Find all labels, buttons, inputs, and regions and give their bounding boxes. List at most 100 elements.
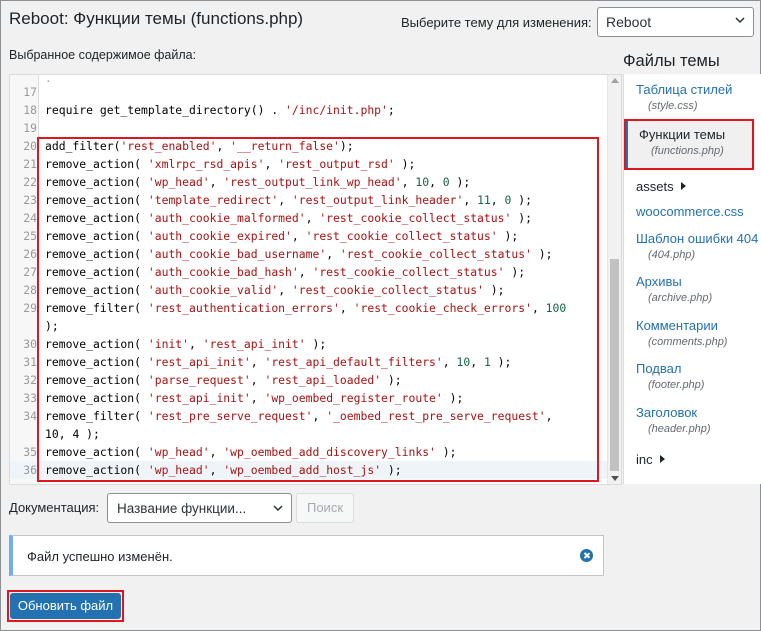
documentation-label: Документация: [9, 500, 100, 515]
update-file-button[interactable]: Обновить файл [10, 593, 121, 619]
file-item[interactable]: woocommerce.css [636, 204, 761, 219]
theme-select[interactable]: Reboot [597, 7, 754, 37]
code-line: 29 remove_filter( 'rest_authentication_er… [10, 299, 610, 317]
code-text: remove_action( 'auth_cookie_malformed', … [45, 211, 532, 225]
code-line: 34 remove_filter( 'rest_pre_serve_request… [10, 407, 610, 425]
success-notice: Файл успешно изменён. [9, 535, 604, 576]
line-number: 26 [23, 247, 37, 261]
code-text: remove_action( 'auth_cookie_bad_username… [45, 247, 553, 261]
code-line: 21 remove_action( 'xmlrpc_rsd_apis', 'res… [10, 155, 610, 173]
file-name: woocommerce.css [636, 204, 744, 219]
code-line: 24 remove_action( 'auth_cookie_malformed'… [10, 209, 610, 227]
code-text: remove_action( 'auth_cookie_valid', 'res… [45, 283, 505, 297]
code-line: 23 remove_action( 'template_redirect', 'r… [10, 191, 610, 209]
code-text: remove_action( 'wp_head', 'wp_oembed_add… [45, 463, 402, 477]
code-text-continued: 10, 4 ); [45, 427, 100, 441]
file-item[interactable]: Заголовок (header.php) [636, 405, 761, 435]
file-name: Таблица стилей [636, 82, 733, 97]
code-text: remove_action( 'auth_cookie_expired', 'r… [45, 229, 519, 243]
line-number: 24 [23, 211, 37, 225]
lookup-button[interactable]: Поиск [296, 493, 354, 523]
code-line: 27 remove_action( 'auth_cookie_bad_hash',… [10, 263, 610, 281]
line-number: 32 [23, 373, 37, 387]
file-path: (404.php) [648, 249, 696, 261]
function-name-select[interactable]: Название функции... [107, 493, 292, 523]
folder-label: inc [636, 452, 653, 467]
scroll-up-arrow-icon[interactable] [611, 78, 619, 83]
line-number: 21 [23, 157, 37, 171]
file-path: (style.css) [648, 100, 698, 112]
code-line: 22 remove_action( 'wp_head', 'rest_output… [10, 173, 610, 191]
code-text: remove_action( 'parse_request', 'rest_ap… [45, 373, 402, 387]
line-number: 30 [23, 337, 37, 351]
line-number: 20 [23, 139, 37, 153]
expand-triangle-icon [659, 455, 665, 463]
code-line: 20 add_filter('rest_enabled', '__return_f… [10, 137, 610, 155]
file-item[interactable]: Архивы (archive.php) [636, 274, 761, 304]
function-name-select-value: Название функции... [117, 501, 247, 516]
line-number: 35 [23, 445, 37, 459]
code-line: 19 [10, 119, 610, 137]
line-number: 25 [23, 229, 37, 243]
current-file-annotation [624, 119, 754, 170]
line-number: 27 [23, 265, 37, 279]
file-name: Подвал [636, 361, 682, 376]
file-name: Комментарии [636, 318, 718, 333]
theme-files-title: Файлы темы [623, 52, 720, 70]
folder-label: assets [636, 179, 674, 194]
folder-assets[interactable]: assets [636, 179, 686, 194]
file-name: Шаблон ошибки 404 [636, 231, 759, 246]
code-text-continued: ); [45, 319, 59, 333]
line-number: 34 [23, 409, 37, 423]
chevron-down-icon [273, 505, 283, 512]
editor-scrollbar[interactable] [607, 75, 621, 484]
code-text: remove_action( 'auth_cookie_bad_hash', '… [45, 265, 526, 279]
code-line: 32 remove_action( 'parse_request', 'rest_… [10, 371, 610, 389]
file-content-label: Выбранное содержимое файла: [9, 48, 197, 62]
code-text: remove_action( 'rest_api_init', 'wp_oemb… [45, 391, 464, 405]
file-item[interactable]: Шаблон ошибки 404 (404.php) [636, 231, 761, 261]
theme-select-label: Выберите тему для изменения: [401, 15, 592, 30]
code-line: 25 remove_action( 'auth_cookie_expired', … [10, 227, 610, 245]
line-number: 36 [23, 463, 37, 477]
code-line-wrap: 10, 4 ); [10, 425, 610, 443]
folder-inc[interactable]: inc [636, 452, 665, 467]
code-line: 33 remove_action( 'rest_api_init', 'wp_oe… [10, 389, 610, 407]
scroll-down-arrow-icon[interactable] [611, 476, 619, 481]
code-line: 28 remove_action( 'auth_cookie_valid', 'r… [10, 281, 610, 299]
line-number: 23 [23, 193, 37, 207]
code-text: remove_filter( 'rest_pre_serve_request',… [45, 409, 553, 423]
code-line-wrap: ); [10, 317, 610, 335]
code-line: 18 require get_template_directory() . '/i… [10, 101, 610, 119]
code-text: remove_action( 'template_redirect', 'res… [45, 193, 532, 207]
code-line: 26 remove_action( 'auth_cookie_bad_userna… [10, 245, 610, 263]
dismiss-notice-icon[interactable] [580, 549, 593, 562]
line-number: 22 [23, 175, 37, 189]
code-text: remove_action( 'wp_head', 'wp_oembed_add… [45, 445, 457, 459]
code-line: 36 remove_action( 'wp_head', 'wp_oembed_a… [10, 461, 610, 479]
file-path: (header.php) [648, 423, 711, 435]
code-text: remove_action( 'xmlrpc_rsd_apis', 'rest_… [45, 157, 416, 171]
line-number: 18 [23, 103, 37, 117]
code-line: 35 remove_action( 'wp_head', 'wp_oembed_a… [10, 443, 610, 461]
code-editor[interactable]: . 17 18 require get_template_directory() .… [9, 74, 622, 485]
code-text: remove_action( 'rest_api_init', 'rest_ap… [45, 355, 512, 369]
code-text: add_filter('rest_enabled', '__return_fal… [45, 139, 354, 153]
line-number: 31 [23, 355, 37, 369]
file-item[interactable]: Подвал (footer.php) [636, 361, 761, 391]
file-path: (archive.php) [648, 292, 713, 304]
code-text: require get_template_directory() . '/inc… [45, 103, 395, 117]
file-item[interactable]: Таблица стилей (style.css) [636, 82, 761, 112]
line-number: 29 [23, 301, 37, 315]
code-line: 17 [10, 83, 610, 101]
page-title: Reboot: Функции темы (functions.php) [9, 9, 304, 28]
file-name: Архивы [636, 274, 682, 289]
file-item[interactable]: Комментарии (comments.php) [636, 318, 761, 348]
code-text: remove_action( 'wp_head', 'rest_output_l… [45, 175, 471, 189]
line-number: 19 [23, 121, 37, 135]
code-text: remove_filter( 'rest_authentication_erro… [45, 301, 567, 315]
scroll-thumb[interactable] [610, 259, 619, 471]
line-number: 28 [23, 283, 37, 297]
code-line: 31 remove_action( 'rest_api_init', 'rest_… [10, 353, 610, 371]
chevron-down-icon [735, 17, 745, 24]
